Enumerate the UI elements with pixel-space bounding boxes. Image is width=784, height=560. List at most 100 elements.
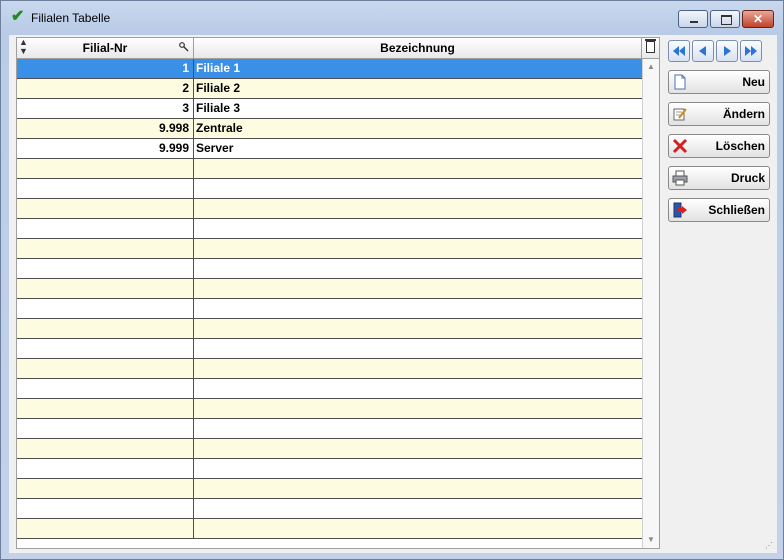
table-row[interactable]: [17, 279, 642, 299]
title-bar[interactable]: ✔ Filialen Tabelle ✕: [1, 1, 783, 35]
search-key-icon[interactable]: [179, 42, 189, 52]
cell-bezeichnung[interactable]: [194, 339, 642, 358]
cell-filial-nr[interactable]: [17, 379, 194, 398]
delete-icon: [672, 138, 688, 154]
vertical-scrollbar[interactable]: ▲ ▼: [642, 59, 659, 548]
table-row[interactable]: [17, 259, 642, 279]
cell-bezeichnung[interactable]: [194, 359, 642, 378]
cell-bezeichnung[interactable]: [194, 219, 642, 238]
cell-bezeichnung[interactable]: [194, 159, 642, 178]
cell-filial-nr[interactable]: [17, 299, 194, 318]
cell-filial-nr[interactable]: [17, 259, 194, 278]
previous-record-button[interactable]: [692, 40, 714, 62]
table-row[interactable]: 1 Filiale 1: [17, 59, 642, 79]
edit-button-label: Ändern: [723, 107, 765, 121]
column-header-filial-nr[interactable]: ▲ ▼ Filial-Nr: [17, 38, 194, 58]
print-button[interactable]: Druck: [668, 166, 770, 190]
next-record-button[interactable]: [716, 40, 738, 62]
table-row[interactable]: [17, 399, 642, 419]
new-document-icon: [674, 74, 686, 90]
new-button[interactable]: Neu: [668, 70, 770, 94]
cell-bezeichnung[interactable]: [194, 499, 642, 518]
table-row[interactable]: [17, 419, 642, 439]
cell-bezeichnung[interactable]: [194, 459, 642, 478]
cell-bezeichnung[interactable]: [194, 279, 642, 298]
cell-filial-nr[interactable]: 1: [17, 59, 194, 78]
cell-filial-nr[interactable]: [17, 279, 194, 298]
new-button-label: Neu: [742, 75, 765, 89]
table-row[interactable]: [17, 439, 642, 459]
table-row[interactable]: [17, 479, 642, 499]
resize-grip-icon[interactable]: ⋰: [765, 541, 775, 551]
cell-filial-nr[interactable]: 2: [17, 79, 194, 98]
cell-bezeichnung[interactable]: [194, 319, 642, 338]
cell-bezeichnung[interactable]: Server: [194, 139, 642, 158]
delete-button[interactable]: Löschen: [668, 134, 770, 158]
cell-filial-nr[interactable]: 9.998: [17, 119, 194, 138]
cell-filial-nr[interactable]: [17, 519, 194, 538]
table-row[interactable]: [17, 499, 642, 519]
cell-filial-nr[interactable]: [17, 399, 194, 418]
table-row[interactable]: [17, 379, 642, 399]
minimize-button[interactable]: [678, 10, 708, 28]
cell-filial-nr[interactable]: [17, 159, 194, 178]
table-row[interactable]: 2 Filiale 2: [17, 79, 642, 99]
cell-filial-nr[interactable]: [17, 459, 194, 478]
cell-bezeichnung[interactable]: [194, 179, 642, 198]
cell-filial-nr[interactable]: [17, 419, 194, 438]
cell-filial-nr[interactable]: [17, 439, 194, 458]
cell-bezeichnung[interactable]: Filiale 1: [194, 59, 642, 78]
cell-bezeichnung[interactable]: [194, 419, 642, 438]
cell-bezeichnung[interactable]: [194, 439, 642, 458]
close-button[interactable]: ✕: [742, 10, 774, 28]
table-row[interactable]: [17, 299, 642, 319]
first-record-button[interactable]: [668, 40, 690, 62]
cell-filial-nr[interactable]: [17, 499, 194, 518]
cell-filial-nr[interactable]: 9.999: [17, 139, 194, 158]
cell-filial-nr[interactable]: [17, 219, 194, 238]
cell-filial-nr[interactable]: 3: [17, 99, 194, 118]
cell-bezeichnung[interactable]: [194, 379, 642, 398]
cell-bezeichnung[interactable]: [194, 239, 642, 258]
cell-filial-nr[interactable]: [17, 199, 194, 218]
cell-filial-nr[interactable]: [17, 359, 194, 378]
delete-button-label: Löschen: [715, 139, 765, 153]
cell-filial-nr[interactable]: [17, 179, 194, 198]
column-header-bezeichnung[interactable]: Bezeichnung: [194, 38, 642, 58]
cell-filial-nr[interactable]: [17, 319, 194, 338]
table-row[interactable]: [17, 199, 642, 219]
table-row[interactable]: [17, 459, 642, 479]
scroll-up-icon[interactable]: ▲: [643, 59, 659, 75]
close-icon: ✕: [752, 12, 764, 26]
table-row[interactable]: [17, 519, 642, 539]
table-row[interactable]: [17, 159, 642, 179]
column-chooser-button[interactable]: [642, 38, 659, 58]
cell-bezeichnung[interactable]: [194, 199, 642, 218]
cell-bezeichnung[interactable]: Filiale 3: [194, 99, 642, 118]
cell-filial-nr[interactable]: [17, 239, 194, 258]
cell-bezeichnung[interactable]: Zentrale: [194, 119, 642, 138]
cell-bezeichnung[interactable]: [194, 479, 642, 498]
sort-icon[interactable]: ▲ ▼: [19, 38, 28, 56]
cell-bezeichnung[interactable]: Filiale 2: [194, 79, 642, 98]
cell-filial-nr[interactable]: [17, 479, 194, 498]
table-row[interactable]: [17, 219, 642, 239]
table-row[interactable]: 9.999 Server: [17, 139, 642, 159]
edit-button[interactable]: Ändern: [668, 102, 770, 126]
last-record-button[interactable]: [740, 40, 762, 62]
table-row[interactable]: 3 Filiale 3: [17, 99, 642, 119]
cell-bezeichnung[interactable]: [194, 259, 642, 278]
table-row[interactable]: [17, 239, 642, 259]
table-row[interactable]: 9.998 Zentrale: [17, 119, 642, 139]
close-dialog-button[interactable]: Schließen: [668, 198, 770, 222]
maximize-button[interactable]: [710, 10, 740, 28]
cell-filial-nr[interactable]: [17, 339, 194, 358]
table-row[interactable]: [17, 179, 642, 199]
table-row[interactable]: [17, 319, 642, 339]
table-row[interactable]: [17, 339, 642, 359]
cell-bezeichnung[interactable]: [194, 399, 642, 418]
scroll-down-icon[interactable]: ▼: [643, 532, 659, 548]
table-row[interactable]: [17, 359, 642, 379]
cell-bezeichnung[interactable]: [194, 299, 642, 318]
cell-bezeichnung[interactable]: [194, 519, 642, 538]
